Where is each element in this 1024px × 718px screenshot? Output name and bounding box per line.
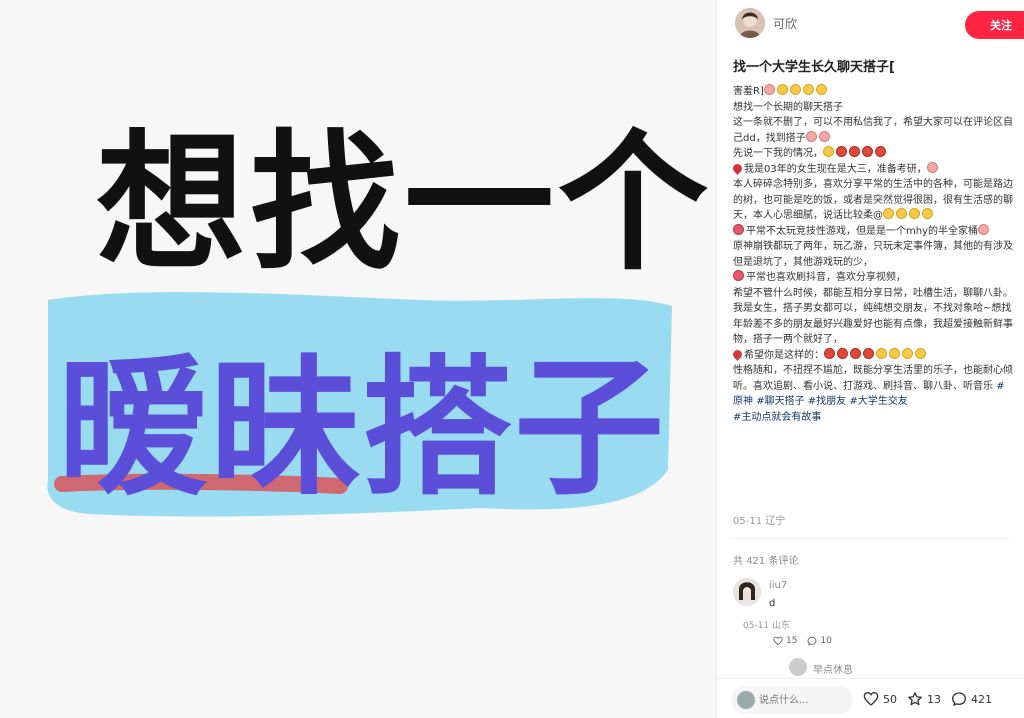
grin-emoji-icon xyxy=(789,84,801,95)
grin-emoji-icon xyxy=(896,208,907,219)
heart-icon xyxy=(731,161,744,175)
collect-count: 13 xyxy=(927,692,941,706)
grin-emoji-icon xyxy=(802,84,814,95)
pig-emoji-icon xyxy=(978,223,989,235)
grin-emoji-icon xyxy=(815,84,827,95)
desc-line: 平常也喜欢刷抖音，喜欢分享视频， xyxy=(733,270,1013,286)
comment-meta: 05-11 山东 xyxy=(743,621,791,631)
desc-line: 先说一下我的情况， xyxy=(733,146,1013,162)
hashtag-link[interactable]: #大学生交友 xyxy=(849,396,907,407)
note-detail-panel: 可欣 关注 找一个大学生长久聊天搭子[ 害羞R] 想找一个长期的聊天搭子 这一条… xyxy=(716,0,1024,718)
grin-emoji-icon xyxy=(922,208,933,219)
collect-button[interactable]: 13 xyxy=(907,691,941,707)
star-icon xyxy=(908,692,922,706)
pin-icon xyxy=(731,347,744,361)
image-line-2: 暧昧搭子 xyxy=(58,342,666,516)
bulb-icon xyxy=(733,270,744,281)
devil-emoji-icon xyxy=(836,146,847,157)
note-scroll-area[interactable]: 找一个大学生长久聊天搭子[ 害羞R] 想找一个长期的聊天搭子 这一条就不删了，可… xyxy=(717,48,1024,676)
comment-reply-button[interactable]: 10 xyxy=(807,636,832,646)
grin-emoji-icon xyxy=(823,146,834,157)
desc-line: 性格随和，不扭捏不尴尬，既能分享生活里的乐子，也能耐心倾听。喜欢追剧、看小说、打… xyxy=(733,365,1013,407)
grin-emoji-icon xyxy=(909,208,920,219)
desc-line: 希望你是这样的： xyxy=(731,347,1013,364)
wink-emoji-icon xyxy=(889,347,900,359)
devil-emoji-icon xyxy=(849,146,860,157)
heart-icon xyxy=(773,636,783,646)
devil-emoji-icon xyxy=(850,347,861,359)
shy-emoji-icon xyxy=(763,84,775,95)
pig-emoji-icon xyxy=(818,130,830,142)
commenter-avatar[interactable] xyxy=(733,578,761,606)
comment-input-box[interactable] xyxy=(731,686,853,714)
hashtag-link[interactable]: #找朋友 xyxy=(808,396,846,407)
devil-emoji-icon xyxy=(875,146,886,157)
image-line-1: 想找一个 xyxy=(96,117,712,291)
bulb-icon xyxy=(733,223,744,235)
reply-avatar xyxy=(789,658,807,676)
devil-emoji-icon xyxy=(837,347,848,359)
chat-bubble-icon xyxy=(951,692,967,707)
grin-emoji-icon xyxy=(883,208,894,219)
heart-icon xyxy=(863,691,879,706)
desc-line: 想找一个长期的聊天搭子 xyxy=(733,101,843,113)
desc-line: 这一条就不删了，可以不用私信我了，希望大家可以在评论区自己dd，找到搭子 xyxy=(733,117,1013,144)
my-avatar xyxy=(737,691,755,709)
author-avatar[interactable] xyxy=(735,8,765,38)
desc-line: 原神崩铁都玩了两年，玩乙游，只玩未定事件簿，其他的有涉及但是退坑了，其他游戏玩的… xyxy=(733,241,1013,268)
note-date-location: 05-11 辽宁 xyxy=(733,516,786,527)
comment-total-count: 421 xyxy=(971,692,992,706)
comment-count: 共 421 条评论 xyxy=(733,556,799,567)
divider xyxy=(733,538,1009,539)
author-name[interactable]: 可欣 xyxy=(773,15,797,32)
devil-emoji-icon xyxy=(824,347,835,359)
pig-emoji-icon xyxy=(805,130,817,142)
devil-emoji-icon xyxy=(863,347,874,359)
comment-actions: 15 10 xyxy=(773,636,832,646)
desc-line: 平常不太玩竞技性游戏，但是是一个mhy的半全家桶 xyxy=(733,223,1013,240)
note-description: 害羞R] 想找一个长期的聊天搭子 这一条就不删了，可以不用私信我了，希望大家可以… xyxy=(731,84,1013,426)
wink-emoji-icon xyxy=(902,347,913,359)
wink-emoji-icon xyxy=(915,347,926,359)
note-image[interactable]: 想找一个 暧昧搭子 xyxy=(0,0,716,718)
reply-username: 早点休息 xyxy=(813,665,853,676)
wink-emoji-icon xyxy=(876,347,887,359)
follow-button[interactable]: 关注 xyxy=(965,11,1024,39)
desc-line: 希望不管什么时候，都能互相分享日常，吐槽生活，聊聊八卦。我是女生，搭子男女都可以… xyxy=(733,287,1013,346)
author-bar: 可欣 关注 xyxy=(735,8,1024,39)
comment-text: d xyxy=(769,598,776,609)
hashtag-link[interactable]: #聊天搭子 xyxy=(756,396,804,407)
comment-username[interactable]: iiu7 xyxy=(769,580,787,591)
devil-emoji-icon xyxy=(862,146,873,157)
comment-reply-count: 10 xyxy=(820,636,832,646)
bottom-action-bar: 50 13 421 xyxy=(717,678,1024,718)
comment-button[interactable]: 421 xyxy=(951,691,992,707)
chat-bubble-icon xyxy=(808,636,817,646)
comment-input[interactable] xyxy=(759,690,849,710)
note-title: 找一个大学生长久聊天搭子[ xyxy=(733,60,895,75)
desc-line: 害羞R] xyxy=(733,84,1013,100)
note-image-canvas: 想找一个 暧昧搭子 xyxy=(0,0,716,718)
like-button[interactable]: 50 xyxy=(863,691,897,707)
desc-line: 本人碎碎念特别多，喜欢分享平常的生活中的各种，可能是路边的树，也可能是吃的饭，或… xyxy=(733,179,1013,221)
comment-like-count: 15 xyxy=(786,636,798,646)
desc-line: #主动点就会有故事 xyxy=(733,410,1013,426)
comment-like-button[interactable]: 15 xyxy=(773,636,797,646)
pink-emoji-icon xyxy=(926,161,938,173)
hashtag-link[interactable]: #主动点就会有故事 xyxy=(733,412,821,423)
like-count: 50 xyxy=(883,692,897,706)
desc-line: 我是03年的女生现在是大三，准备考研， xyxy=(731,161,1013,178)
grin-emoji-icon xyxy=(776,84,788,95)
